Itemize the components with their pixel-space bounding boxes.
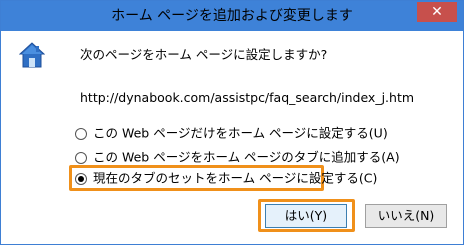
option-label: この Web ページをホーム ページのタブに追加する(A) (93, 149, 400, 165)
option-label: この Web ページだけをホーム ページに設定する(U) (93, 125, 388, 141)
option-label: 現在のタブのセットをホーム ページに設定する(C) (93, 170, 378, 186)
title-bar: ホーム ページを追加および変更します ✕ (1, 1, 463, 31)
url-text: http://dynabook.com/assistpc/faq_search/… (80, 90, 415, 105)
home-page-icon (19, 42, 45, 68)
close-button[interactable]: ✕ (417, 2, 457, 22)
radio-button[interactable] (75, 151, 87, 164)
dialog-title: ホーム ページを追加および変更します (111, 8, 353, 24)
radio-button[interactable] (75, 127, 87, 140)
no-button[interactable]: いいえ(N) (365, 204, 447, 228)
option-this-page-only[interactable]: この Web ページだけをホーム ページに設定する(U) (75, 123, 388, 143)
option-current-tab-set[interactable]: 現在のタブのセットをホーム ページに設定する(C) (75, 168, 377, 188)
option-add-to-tabs[interactable]: この Web ページをホーム ページのタブに追加する(A) (75, 147, 400, 167)
yes-button[interactable]: はい(Y) (265, 204, 347, 228)
question-text: 次のページをホーム ページに設定しますか? (80, 47, 328, 62)
radio-button-selected[interactable] (75, 172, 87, 185)
dialog-window: ホーム ページを追加および変更します ✕ 次のページをホーム ページに設定します… (0, 0, 464, 245)
